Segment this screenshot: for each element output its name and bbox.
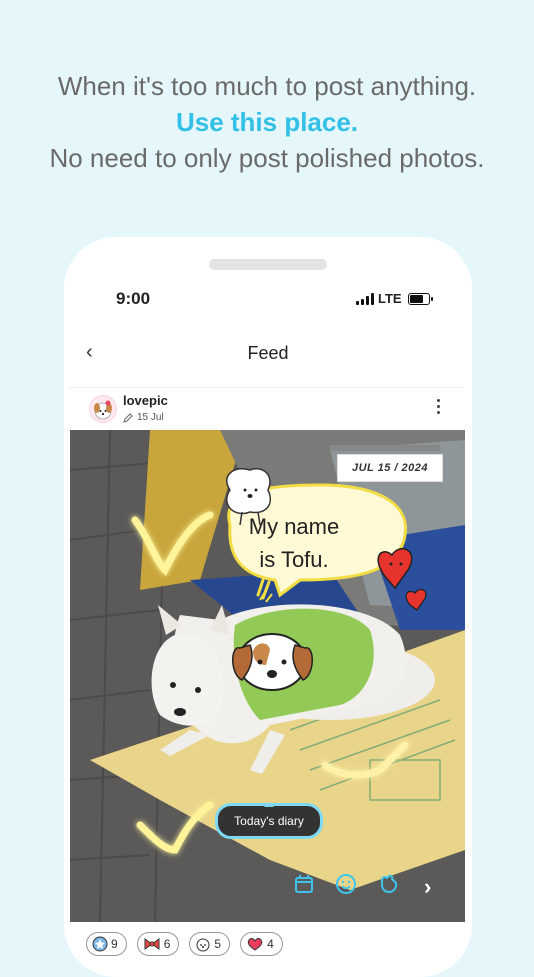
bubble-line-2: is Tofu. — [259, 547, 329, 572]
status-indicators: LTE — [356, 291, 433, 306]
avatar[interactable] — [89, 395, 117, 423]
headline-line-3: No need to only post polished photos. — [49, 143, 485, 173]
reaction-dog[interactable]: 5 — [189, 932, 231, 956]
post-date: 15 Jul — [137, 412, 164, 423]
reaction-count: 9 — [111, 937, 118, 951]
bubble-line-1: My name — [248, 514, 340, 539]
reaction-heart[interactable]: 4 — [240, 932, 283, 956]
todays-diary-tooltip: Today's diary — [215, 802, 323, 839]
pen-icon — [123, 412, 133, 423]
page-title: Feed — [247, 343, 289, 363]
signal-icon — [356, 292, 374, 305]
reaction-bar: 9 6 5 4 — [86, 932, 283, 956]
photo-scene — [70, 430, 465, 922]
reaction-count: 4 — [267, 937, 274, 951]
chevron-right-icon[interactable]: › — [424, 874, 431, 900]
battery-icon — [407, 292, 433, 305]
reaction-count: 5 — [214, 937, 222, 951]
username[interactable]: lovepic — [123, 393, 168, 408]
phone-frame: 9:00 LTE ‹ Feed lovepic 15 Jul JUL 15 / … — [64, 237, 472, 977]
dog-avatar-icon — [94, 400, 112, 420]
headline-line-1: When it's too much to post anything. — [57, 71, 477, 101]
more-vertical-icon[interactable] — [434, 397, 442, 419]
network-label: LTE — [378, 291, 402, 306]
date-sign-sticker: JUL 15 / 2024 — [337, 454, 443, 482]
speech-bubble-text: My name is Tofu. — [229, 510, 359, 576]
reaction-star-badge[interactable]: 9 — [86, 932, 127, 956]
status-time: 9:00 — [116, 289, 151, 308]
reaction-count: 6 — [163, 937, 171, 951]
header-divider — [68, 387, 464, 388]
post-date-row: 15 Jul — [123, 412, 164, 423]
calendar-icon[interactable] — [292, 872, 316, 896]
headline-line-2: Use this place. — [175, 107, 359, 137]
reaction-ribbon[interactable]: 6 — [136, 932, 180, 956]
speaker-notch — [209, 259, 327, 270]
sticker-icon[interactable] — [377, 872, 401, 896]
smiley-icon[interactable] — [334, 872, 358, 896]
post-photo[interactable]: JUL 15 / 2024 My name is Tofu. Today's d… — [70, 430, 465, 922]
